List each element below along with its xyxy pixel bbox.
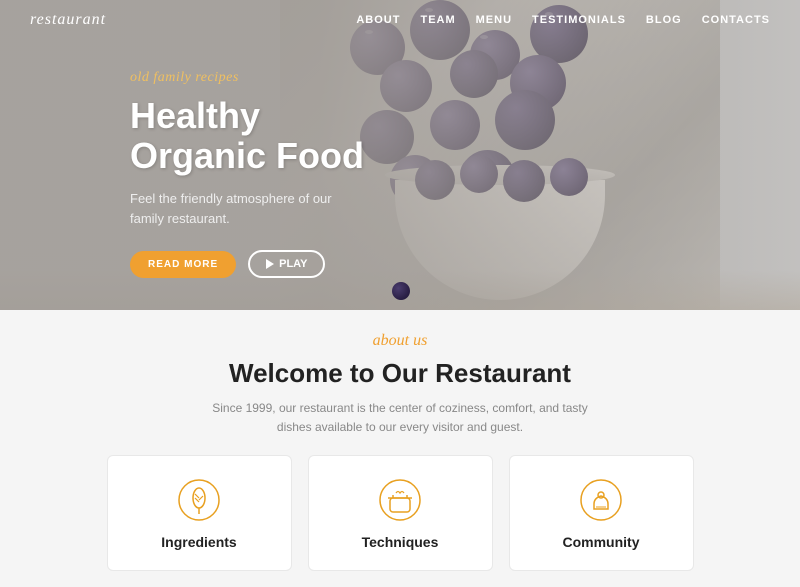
lone-blueberry — [392, 282, 410, 300]
nav-team[interactable]: TEAM — [420, 14, 455, 26]
community-icon — [577, 476, 625, 524]
about-description: Since 1999, our restaurant is the center… — [210, 399, 590, 437]
card-techniques: Techniques — [308, 455, 493, 571]
nav-menu[interactable]: MENU — [476, 14, 512, 26]
play-button[interactable]: PLAY — [248, 250, 325, 278]
feature-cards: Ingredients Techniques — [30, 455, 770, 571]
hero-section: old family recipes Healthy Organic Food … — [0, 0, 800, 310]
about-title: Welcome to Our Restaurant — [30, 358, 770, 389]
header: restaurant ABOUT TEAM MENU TESTIMONIALS … — [0, 0, 800, 40]
nav-about[interactable]: ABOUT — [356, 14, 400, 26]
navigation: ABOUT TEAM MENU TESTIMONIALS BLOG CONTAC… — [356, 14, 770, 26]
hero-title: Healthy Organic Food — [130, 96, 364, 175]
about-label: about us — [30, 332, 770, 350]
card-ingredients-title: Ingredients — [161, 534, 236, 550]
hero-overlay — [0, 0, 800, 310]
card-techniques-title: Techniques — [362, 534, 439, 550]
techniques-icon — [376, 476, 424, 524]
hero-content: old family recipes Healthy Organic Food … — [130, 70, 364, 278]
nav-blog[interactable]: BLOG — [646, 14, 682, 26]
card-community-title: Community — [563, 534, 640, 550]
nav-contacts[interactable]: CONTACTS — [702, 14, 770, 26]
logo: restaurant — [30, 11, 106, 29]
nav-testimonials[interactable]: TESTIMONIALS — [532, 14, 626, 26]
ingredients-icon — [175, 476, 223, 524]
hero-description: Feel the friendly atmosphere of our fami… — [130, 189, 350, 228]
read-more-button[interactable]: READ MORE — [130, 251, 236, 278]
hero-subtitle: old family recipes — [130, 70, 364, 86]
card-ingredients: Ingredients — [107, 455, 292, 571]
about-section: about us Welcome to Our Restaurant Since… — [0, 310, 800, 587]
hero-buttons: READ MORE PLAY — [130, 250, 364, 278]
card-community: Community — [509, 455, 694, 571]
play-icon — [266, 259, 274, 269]
